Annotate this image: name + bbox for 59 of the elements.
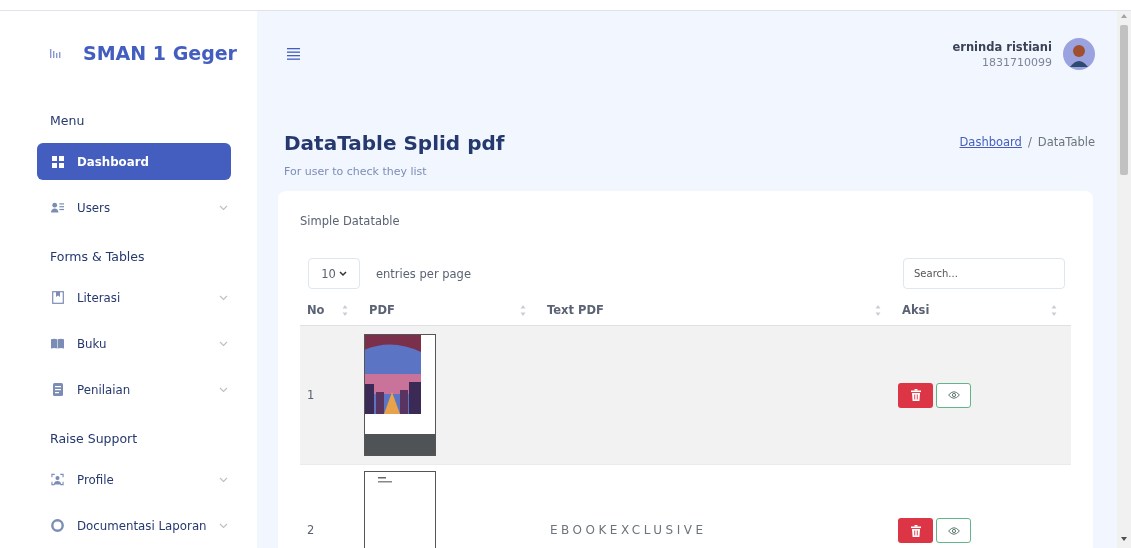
- sidebar-item[interactable]: Documentasi Laporan: [37, 507, 231, 544]
- breadcrumb-link[interactable]: Dashboard: [959, 135, 1022, 149]
- delete-button[interactable]: [898, 382, 933, 408]
- document-icon: [52, 383, 63, 396]
- user-frame-icon: [51, 473, 64, 486]
- menu-button[interactable]: [287, 48, 300, 60]
- eye-icon: [947, 391, 960, 399]
- sidebar-item[interactable]: Buku: [37, 325, 231, 362]
- view-button[interactable]: [936, 518, 971, 543]
- chevron-down-icon: [219, 386, 228, 393]
- chevron-down-icon: [219, 340, 228, 347]
- table-cell: EBOOKEXCLUSIVE: [550, 523, 707, 537]
- section-heading: Raise Support: [49, 431, 139, 448]
- sidebar-item[interactable]: Profile: [37, 461, 231, 498]
- chevron-down-icon: [219, 522, 228, 529]
- section-heading: Forms & Tables: [49, 249, 146, 266]
- delete-button[interactable]: [898, 518, 933, 543]
- bookmark-page-icon: [51, 291, 64, 304]
- chevron-down-icon: [219, 294, 228, 301]
- sidebar-item[interactable]: Dashboard: [37, 143, 231, 180]
- breadcrumb-separator: /: [1027, 135, 1032, 149]
- column-header[interactable]: No: [307, 303, 325, 317]
- chevron-down-icon: [219, 476, 228, 483]
- book-icon: [51, 338, 64, 349]
- column-header[interactable]: Text PDF: [547, 303, 604, 317]
- sort-icon: [1051, 304, 1057, 316]
- breadcrumb-current: DataTable: [1037, 135, 1095, 149]
- page-subtitle: For user to check they list: [284, 165, 428, 178]
- sidebar-item[interactable]: Users: [37, 189, 231, 226]
- user-name: erninda ristiani: [952, 39, 1052, 54]
- table-cell: 1: [307, 388, 315, 402]
- grid-icon: [51, 155, 64, 168]
- eye-icon: [947, 526, 960, 535]
- entries-select[interactable]: 10: [308, 258, 360, 289]
- entries-label: entries per page: [376, 266, 471, 281]
- chevron-down-icon: [219, 204, 228, 211]
- menu-icon: [287, 48, 300, 60]
- search-field[interactable]: Search...: [903, 258, 1065, 289]
- page-title: DataTable Splid pdf: [284, 131, 505, 155]
- bar-chart-icon: [50, 48, 61, 58]
- trash-icon: [910, 524, 921, 537]
- column-header[interactable]: PDF: [369, 303, 395, 317]
- table-cell: 2: [307, 523, 315, 537]
- trash-icon: [910, 389, 921, 401]
- sidebar-item[interactable]: Penilaian: [37, 371, 231, 408]
- user-id: 1831710099: [981, 55, 1052, 69]
- lifebuoy-icon: [51, 519, 64, 532]
- sort-icon: [875, 304, 881, 316]
- card-title: Simple Datatable: [300, 214, 401, 228]
- avatar[interactable]: [1063, 38, 1095, 70]
- section-heading: Menu: [49, 113, 86, 130]
- view-button[interactable]: [936, 382, 971, 408]
- chevron-down-icon: [338, 270, 347, 277]
- users-icon: [51, 202, 64, 213]
- sidebar-item[interactable]: Literasi: [37, 279, 231, 316]
- sort-icon: [520, 304, 526, 316]
- column-header[interactable]: Aksi: [902, 303, 930, 317]
- brand-name: SMAN 1 Geger: [83, 42, 237, 64]
- sort-icon: [342, 304, 348, 316]
